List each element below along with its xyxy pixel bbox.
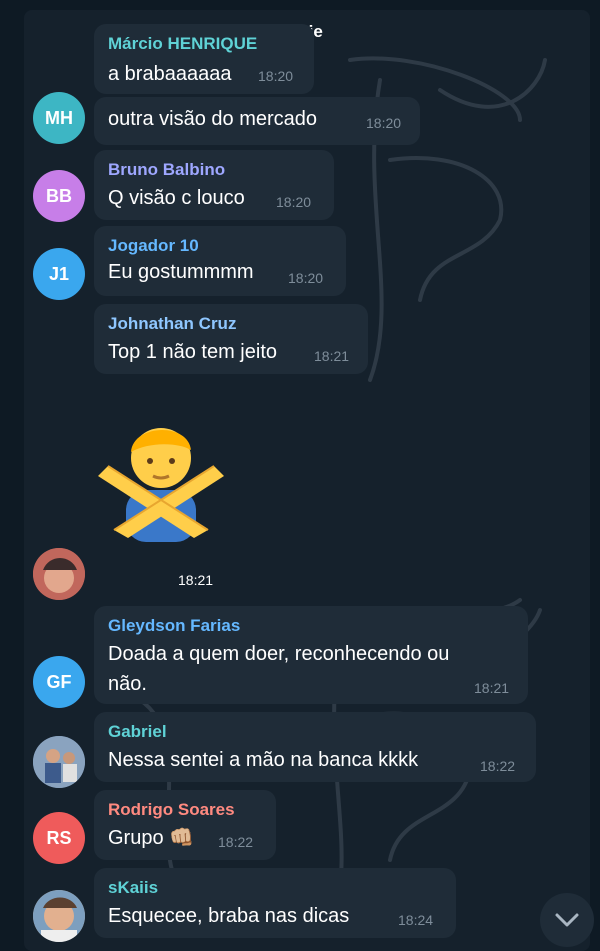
user-photo-icon xyxy=(33,736,85,788)
message-text: Nessa sentei a mão na banca kkkk xyxy=(108,749,419,771)
sender-name: Gleydson Farias xyxy=(108,616,241,635)
message-text-line-2: não. xyxy=(108,673,147,695)
message-time: 18:20 xyxy=(258,68,294,84)
user-photo-icon xyxy=(33,548,85,600)
avatar[interactable]: RS xyxy=(33,812,85,864)
message-bubble[interactable]: Rodrigo Soares Grupo 👊🏼 18:22 xyxy=(94,790,276,860)
avatar-photo[interactable] xyxy=(33,548,85,600)
message-bubble[interactable]: Bruno Balbino Q visão c louco 18:20 xyxy=(94,150,334,220)
sender-name: Márcio HENRIQUE xyxy=(108,34,258,53)
avatar-photo[interactable] xyxy=(33,890,85,942)
sender-name: Gabriel xyxy=(108,722,167,741)
sender-name: Johnathan Cruz xyxy=(108,314,237,333)
sender-name: sKaiis xyxy=(108,878,159,897)
message-time: 18:24 xyxy=(398,912,434,928)
message-text: outra visão do mercado xyxy=(108,108,318,130)
scroll-down-button[interactable] xyxy=(540,893,594,947)
message-text: a brabaaaaaa xyxy=(108,63,232,85)
sender-name: Jogador 10 xyxy=(108,236,199,255)
sender-name: Rodrigo Soares xyxy=(108,800,235,819)
avatar-photo[interactable] xyxy=(33,736,85,788)
message-time: 18:20 xyxy=(366,115,402,131)
message-text: Q visão c louco xyxy=(108,187,245,209)
message-time: 18:20 xyxy=(288,270,324,286)
message-bubble[interactable]: outra visão do mercado 18:20 xyxy=(94,97,420,145)
avatar-initials: RS xyxy=(46,827,72,848)
message-time: 18:20 xyxy=(276,194,312,210)
sender-name: Bruno Balbino xyxy=(108,160,226,179)
avatar[interactable]: J1 xyxy=(33,248,85,300)
user-photo-icon xyxy=(33,890,85,942)
message-time: 18:21 xyxy=(314,348,350,364)
message-bubble[interactable]: Gabriel Nessa sentei a mão na banca kkkk… xyxy=(94,712,536,782)
avatar-initials: GF xyxy=(46,671,72,692)
man-gesturing-no-sticker[interactable] xyxy=(98,404,224,542)
chevron-down-icon xyxy=(555,913,579,927)
message-bubble[interactable]: sKaiis Esquecee, braba nas dicas 18:24 xyxy=(94,868,456,938)
message-time: 18:22 xyxy=(218,834,254,850)
avatar[interactable]: BB xyxy=(33,170,85,222)
message-text: Top 1 não tem jeito xyxy=(108,341,277,363)
avatar-initials: MH xyxy=(45,107,73,128)
message-bubble[interactable]: Jogador 10 Eu gostummmm 18:20 xyxy=(94,226,346,296)
message-bubble[interactable]: Márcio HENRIQUE a brabaaaaaa 18:20 xyxy=(94,24,314,94)
avatar[interactable]: MH xyxy=(33,92,85,144)
message-text: Esquecee, braba nas dicas xyxy=(108,905,350,927)
sticker-time: 18:21 xyxy=(178,572,214,588)
avatar[interactable]: GF xyxy=(33,656,85,708)
message-text-line-1: Doada a quem doer, reconhecendo ou xyxy=(108,643,450,665)
avatar-initials: J1 xyxy=(48,263,70,284)
message-text: Grupo 👊🏼 xyxy=(108,827,195,849)
message-bubble[interactable]: Gleydson Farias Doada a quem doer, recon… xyxy=(94,606,528,704)
message-time: 18:21 xyxy=(474,680,510,696)
avatar-initials: BB xyxy=(46,185,72,206)
message-text: Eu gostummmm xyxy=(108,261,254,283)
message-time: 18:22 xyxy=(480,758,516,774)
message-bubble[interactable]: Johnathan Cruz Top 1 não tem jeito 18:21 xyxy=(94,304,368,374)
